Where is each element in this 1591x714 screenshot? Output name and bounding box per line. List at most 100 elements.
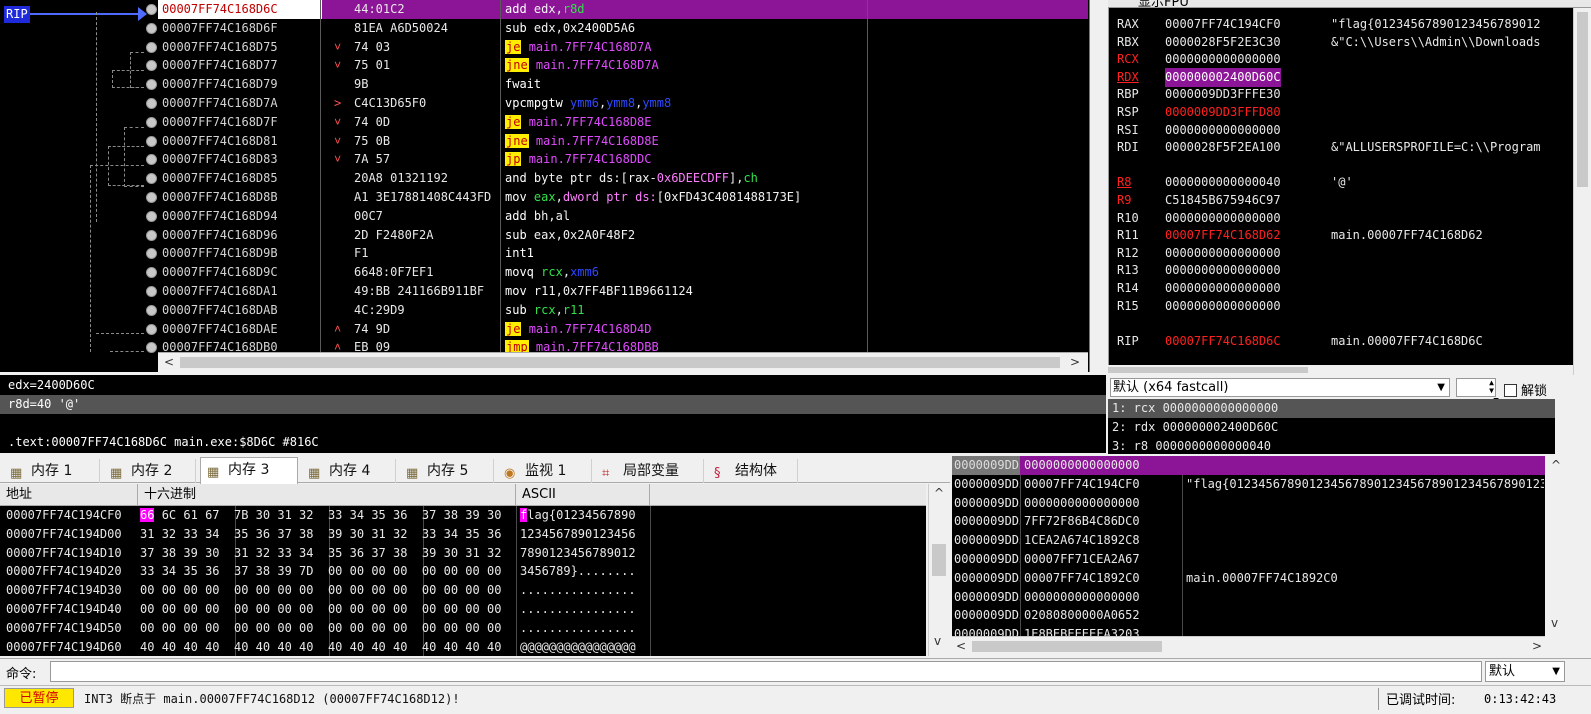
register-value[interactable]: 0000000000000000 <box>1165 261 1281 280</box>
hex-byte[interactable]: 00 <box>393 564 407 578</box>
hex-byte[interactable]: 30 <box>487 508 501 522</box>
unlock-checkbox[interactable]: 解锁 <box>1504 380 1547 399</box>
hex-byte[interactable]: 00 <box>234 583 248 597</box>
hex-byte[interactable]: 00 <box>393 583 407 597</box>
hex-byte[interactable]: 40 <box>422 640 436 654</box>
breakpoint-toggle[interactable] <box>146 229 157 241</box>
hex-byte[interactable]: 00 <box>444 564 458 578</box>
tab-2[interactable]: ▦ 内存 2 <box>104 459 196 483</box>
register-row[interactable]: RIP 00007FF74C168D6C main.00007FF74C168D6C <box>1117 332 1577 350</box>
register-value[interactable]: 0000000000000000 <box>1165 121 1281 140</box>
breakpoint-toggle[interactable] <box>146 116 157 128</box>
register-row[interactable]: RBP 0000009DD3FFFE30 <box>1117 85 1577 103</box>
hex-byte[interactable]: 32 <box>162 527 176 541</box>
instruction-address[interactable]: 00007FF74C168D6F <box>162 19 278 38</box>
dump-row[interactable]: 00007FF74C194D00 31 32 33 34 35 36 37 38 … <box>0 525 926 544</box>
hex-byte[interactable]: 00 <box>350 564 364 578</box>
hex-byte[interactable]: 34 <box>350 508 364 522</box>
hex-byte[interactable]: 40 <box>205 640 219 654</box>
register-value[interactable]: 000000002400D60C <box>1165 67 1281 87</box>
stack-value[interactable]: 00007FF74C194CF0 <box>1024 475 1140 494</box>
hex-byte[interactable]: 00 <box>299 621 313 635</box>
hex-byte[interactable]: 30 <box>350 527 364 541</box>
disassembly-row[interactable]: 00007FF74C168D7F ˅ 74 0D je main.7FF74C168D… <box>158 113 1088 132</box>
stack-address[interactable]: 0000009DD3FFFDB8 <box>954 588 1020 607</box>
hex-byte[interactable]: 36 <box>350 546 364 560</box>
stack-value[interactable]: 02080800000A0652 <box>1024 606 1140 625</box>
command-input[interactable] <box>50 661 1482 682</box>
hex-byte[interactable]: 67 <box>205 508 219 522</box>
hex-byte[interactable]: 40 <box>350 640 364 654</box>
hex-byte[interactable]: 32 <box>487 546 501 560</box>
hex-byte[interactable]: 39 <box>422 546 436 560</box>
hex-byte[interactable]: 34 <box>162 564 176 578</box>
hex-byte[interactable]: 37 <box>371 546 385 560</box>
breakpoint-toggle[interactable] <box>146 41 157 53</box>
register-row[interactable]: R11 00007FF74C168D62 main.00007FF74C168D62 <box>1117 226 1577 244</box>
hex-byte[interactable]: 00 <box>465 583 479 597</box>
hex-byte[interactable]: 00 <box>205 602 219 616</box>
argument-count-spinner[interactable]: 5 ▲▼ <box>1456 378 1500 412</box>
hex-byte[interactable]: 38 <box>256 564 270 578</box>
hex-byte[interactable]: 36 <box>205 564 219 578</box>
dump-address[interactable]: 00007FF74C194D40 <box>6 600 122 619</box>
hex-byte[interactable]: 31 <box>234 546 248 560</box>
hex-byte[interactable]: 00 <box>487 583 501 597</box>
register-row[interactable]: R13 0000000000000000 <box>1117 261 1577 279</box>
dump-hex-bytes[interactable]: 66 6C 61 67 7B 30 31 32 33 34 35 36 37 3… <box>140 506 501 525</box>
instruction-address[interactable]: 00007FF74C168D7F <box>162 113 278 132</box>
disassembly-row[interactable]: 00007FF74C168D96 2D F2480F2A sub eax,0x2A0… <box>158 226 1088 245</box>
hex-byte[interactable]: 00 <box>422 564 436 578</box>
tab-8[interactable]: § 结构体 <box>708 459 798 483</box>
fpu-toggle-label[interactable]: 显示FPU <box>1138 0 1189 10</box>
stack-row[interactable]: 0000009DD3FFFDA01CEA2A674C1892C8 <box>952 531 1545 550</box>
stack-row[interactable]: 0000009DD3FFFD987FF72F86B4C86DC0 <box>952 512 1545 531</box>
dump-address[interactable]: 00007FF74C194CF0 <box>6 506 122 525</box>
breakpoint-toggle[interactable] <box>146 248 157 260</box>
instruction-address[interactable]: 00007FF74C168DAB <box>162 301 278 320</box>
hex-byte[interactable]: 00 <box>350 602 364 616</box>
breakpoint-toggle[interactable] <box>146 135 157 147</box>
stack-row[interactable]: 0000009DD3FFFD8800007FF74C194CF0 "flag{01… <box>952 475 1545 494</box>
stack-value[interactable]: 00007FF71CEA2A67 <box>1024 550 1140 569</box>
register-value[interactable]: 0000000000000000 <box>1165 50 1281 69</box>
hex-byte[interactable]: 33 <box>140 564 154 578</box>
hex-byte[interactable]: 00 <box>256 583 270 597</box>
hex-byte[interactable]: 00 <box>234 621 248 635</box>
hex-byte[interactable]: 33 <box>422 527 436 541</box>
dump-ascii[interactable]: ................ <box>520 581 636 600</box>
tab-5[interactable]: ▦ 内存 5 <box>400 459 494 483</box>
disassembly-row[interactable]: 00007FF74C168D6C 44:01C2 add edx,r8d <box>158 0 1088 19</box>
register-value[interactable]: 0000028F5F2EA100 <box>1165 138 1281 157</box>
info-panel[interactable]: edx=2400D60C r8d=40 '@' .text:00007FF74C… <box>0 375 1106 453</box>
scrollbar-thumb[interactable] <box>1108 367 1308 373</box>
ascii-column-header[interactable]: ASCII <box>516 484 650 506</box>
scroll-down-icon[interactable]: v <box>1551 616 1558 630</box>
instruction-address[interactable]: 00007FF74C168DAE <box>162 320 278 339</box>
hex-byte[interactable]: 40 <box>183 640 197 654</box>
hex-byte[interactable]: 30 <box>205 546 219 560</box>
stack-address[interactable]: 0000009DD3FFFDC8 <box>954 625 1020 636</box>
breakpoint-toggle[interactable] <box>146 267 157 279</box>
breakpoint-toggle[interactable] <box>146 173 157 185</box>
stack-value[interactable]: 0000000000000000 <box>1024 588 1140 607</box>
dump-row[interactable]: 00007FF74C194D30 00 00 00 00 00 00 00 00 … <box>0 581 926 600</box>
hex-byte[interactable]: 31 <box>465 546 479 560</box>
dump-row[interactable]: 00007FF74C194D40 00 00 00 00 00 00 00 00 … <box>0 600 926 619</box>
stack-address[interactable]: 0000009DD3FFFDC0 <box>954 606 1020 625</box>
register-value[interactable]: 0000000000000000 <box>1165 297 1281 316</box>
register-row[interactable]: R14 0000000000000000 <box>1117 279 1577 297</box>
hex-byte[interactable]: 33 <box>183 527 197 541</box>
dump-ascii[interactable]: 7890123456789012 <box>520 544 636 563</box>
hex-byte[interactable]: 35 <box>328 546 342 560</box>
scroll-right-icon[interactable]: > <box>1070 355 1080 369</box>
stack-vertical-scrollbar[interactable]: ^ v <box>1545 456 1565 636</box>
register-row[interactable] <box>1117 314 1577 332</box>
stack-panel[interactable]: 0000009DD3FFFD8000000000000000000000009D… <box>952 456 1545 636</box>
hex-byte[interactable]: 33 <box>328 508 342 522</box>
hex-byte[interactable]: 39 <box>277 564 291 578</box>
stack-address[interactable]: 0000009DD3FFFD90 <box>954 494 1020 513</box>
hex-byte[interactable]: 38 <box>393 546 407 560</box>
dump-address[interactable]: 00007FF74C194D00 <box>6 525 122 544</box>
spinner-arrows-icon[interactable]: ▲ ▼ <box>1489 379 1494 395</box>
